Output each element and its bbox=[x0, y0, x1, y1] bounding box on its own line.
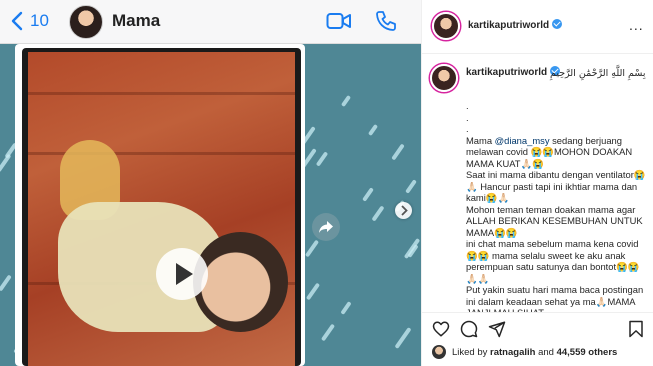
wallpaper-drop bbox=[340, 301, 352, 315]
verified-badge-icon bbox=[552, 19, 563, 29]
play-icon bbox=[176, 263, 193, 285]
unread-count[interactable]: 10 bbox=[30, 11, 49, 31]
video-call-icon[interactable] bbox=[326, 11, 352, 31]
wallpaper-drop bbox=[367, 123, 379, 137]
wallpaper-drop bbox=[305, 282, 321, 301]
caption-text: sedang berjuang melawan covid 😭😭MOHON DO… bbox=[466, 134, 646, 313]
heart-icon[interactable] bbox=[432, 320, 450, 338]
author-username[interactable]: kartikaputriworld bbox=[468, 19, 563, 31]
caption-arabic: بِسْمِ اللَّهِ الرَّحْمَٰنِ الرَّحِيمِ bbox=[550, 68, 646, 79]
likes-row: Liked by ratnagalih and 44,559 others bbox=[422, 342, 653, 366]
post-actions bbox=[422, 312, 653, 344]
carousel-next-button[interactable] bbox=[395, 202, 412, 219]
caption-text-start: Mama bbox=[466, 134, 495, 146]
stair-line bbox=[28, 92, 295, 95]
wallpaper-drop bbox=[340, 94, 352, 108]
chat-screenshot: 10 Mama bbox=[0, 0, 421, 366]
more-options-icon[interactable]: ... bbox=[629, 17, 644, 33]
post-panel: kartikaputriworld ... kartikaputriworld … bbox=[421, 0, 653, 366]
post-header: kartikaputriworld ... bbox=[422, 0, 653, 54]
wallpaper-drop bbox=[0, 153, 12, 173]
forward-button[interactable] bbox=[312, 213, 340, 241]
contact-name[interactable]: Mama bbox=[112, 11, 160, 31]
bookmark-icon[interactable] bbox=[627, 320, 645, 338]
wallpaper-drop bbox=[405, 179, 417, 194]
caption-dot: . bbox=[466, 100, 469, 111]
share-icon bbox=[319, 221, 333, 233]
wallpaper-drop bbox=[315, 151, 329, 167]
wallpaper-drop bbox=[394, 327, 412, 349]
chevron-right-icon bbox=[401, 205, 408, 216]
phone-icon[interactable] bbox=[374, 9, 398, 33]
author-avatar[interactable] bbox=[432, 12, 460, 40]
wallpaper-drop bbox=[304, 239, 320, 258]
caption-dot: . bbox=[466, 111, 469, 123]
wallpaper-drop bbox=[371, 205, 385, 222]
chat-header: 10 Mama bbox=[0, 0, 421, 44]
wallpaper-drop bbox=[0, 274, 12, 292]
comment-icon[interactable] bbox=[460, 320, 478, 338]
wallpaper-drop bbox=[407, 244, 419, 258]
mention-link[interactable]: @diana_msy bbox=[495, 135, 550, 146]
wallpaper-drop bbox=[362, 187, 374, 202]
liker-avatar[interactable] bbox=[432, 345, 446, 359]
play-button[interactable] bbox=[156, 248, 208, 300]
caption-body: . . . Mama @diana_msy sedang berjuang me… bbox=[466, 100, 648, 312]
chevron-left-icon[interactable] bbox=[8, 10, 28, 32]
contact-avatar[interactable] bbox=[69, 5, 103, 39]
caption-area: kartikaputriworld بِسْمِ اللَّهِ الرَّحْ… bbox=[422, 54, 653, 312]
caption-dot: . bbox=[466, 123, 469, 134]
caption-author-avatar[interactable] bbox=[430, 64, 458, 92]
send-icon[interactable] bbox=[488, 320, 506, 338]
video-message[interactable] bbox=[22, 48, 301, 366]
likes-summary[interactable]: Liked by ratnagalih and 44,559 others bbox=[452, 347, 617, 358]
wallpaper-drop bbox=[320, 323, 336, 342]
video-thumbnail bbox=[28, 52, 295, 366]
wallpaper-drop bbox=[391, 143, 405, 161]
baby-head bbox=[193, 232, 288, 332]
